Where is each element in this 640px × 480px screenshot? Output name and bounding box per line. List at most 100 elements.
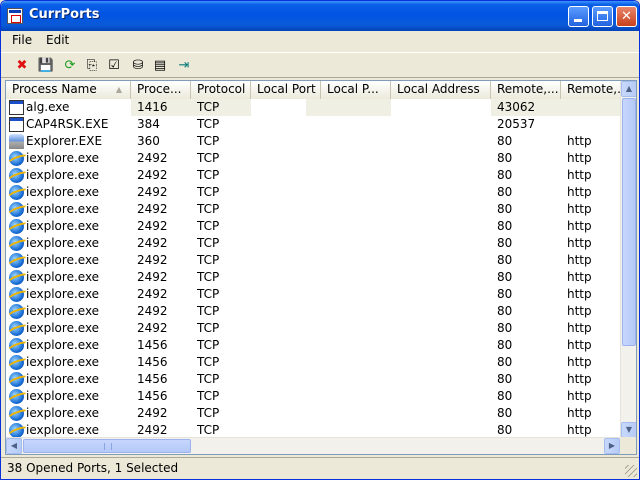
cell-pid: 2492 [137,270,168,284]
cell-pid: 2492 [137,151,168,165]
column-header-pid[interactable]: Proce... [131,81,191,99]
cell-process: alg.exe [26,100,70,114]
table-row[interactable]: iexplore.exe 2492 TCP 80 http [6,150,622,167]
cell-process: iexplore.exe [26,270,100,284]
cell-remote-port-name: http [567,202,592,216]
column-header-label: Process Name [12,82,97,96]
table-row[interactable]: iexplore.exe 2492 TCP 80 http [6,405,622,422]
table-row[interactable]: iexplore.exe 2492 TCP 80 http [6,218,622,235]
column-header-remote-port-name[interactable]: Remote,... [561,81,622,99]
cell-remote-port-name: http [567,185,592,199]
maximize-button[interactable] [592,6,613,27]
table-row[interactable]: CAP4RSK.EXE 384 TCP 20537 [6,116,622,133]
floppy-disk-icon: 💾 [37,58,55,73]
ports-list-view[interactable]: Process Name ▲ Proce... Protocol Local Port L… [5,80,637,455]
column-header-label: Protocol [197,82,246,96]
menu-edit[interactable]: Edit [46,33,69,47]
toolbar: ✖ 💾 ⟳ ⎘ ☑ ⛁ ▤ ⇥ [1,52,639,78]
cell-pid: 1416 [137,100,168,114]
cell-remote-port: 80 [497,304,513,318]
horizontal-scroll-thumb[interactable] [23,439,191,453]
vertical-scrollbar[interactable]: ▲ ▼ [620,81,636,438]
cell-pid: 2492 [137,287,168,301]
table-row[interactable]: iexplore.exe 1456 TCP 80 http [6,354,622,371]
cell-protocol: TCP [197,185,220,199]
table-row[interactable]: iexplore.exe 2492 TCP 80 http [6,167,622,184]
menu-file[interactable]: File [12,33,32,47]
properties-button[interactable]: ☑ [105,57,123,75]
table-row[interactable]: iexplore.exe 2492 TCP 80 http [6,252,622,269]
internet-explorer-icon [9,389,24,404]
vertical-scroll-thumb[interactable] [622,98,636,346]
scroll-up-button[interactable]: ▲ [621,81,636,97]
table-row[interactable]: iexplore.exe 2492 TCP 80 http [6,201,622,218]
copy-button[interactable]: ⎘ [83,57,101,75]
internet-explorer-icon [9,304,24,319]
column-header-process[interactable]: Process Name ▲ [6,81,131,99]
scroll-up-arrow-icon: ▲ [625,84,633,93]
cell-remote-port: 80 [497,151,513,165]
minimize-button[interactable] [568,6,589,27]
scroll-down-button[interactable]: ▼ [621,422,636,438]
scroll-down-arrow-icon: ▼ [625,425,633,434]
cell-process: iexplore.exe [26,321,100,335]
internet-explorer-icon [9,253,24,268]
application-window-icon [9,100,24,115]
refresh-icon: ⟳ [64,58,76,73]
refresh-button[interactable]: ⟳ [61,57,79,75]
maximize-icon [597,11,608,21]
scrollbar-corner [620,437,636,454]
cell-remote-port: 80 [497,287,513,301]
cell-process: iexplore.exe [26,185,100,199]
table-row[interactable]: iexplore.exe 1456 TCP 80 http [6,337,622,354]
cell-process: CAP4RSK.EXE [26,117,109,131]
table-row[interactable]: iexplore.exe 2492 TCP 80 http [6,235,622,252]
cell-protocol: TCP [197,151,220,165]
properties-icon: ☑ [108,58,120,73]
table-row[interactable]: iexplore.exe 1456 TCP 80 http [6,371,622,388]
table-row[interactable]: iexplore.exe 2492 TCP 80 http [6,286,622,303]
cell-protocol: TCP [197,372,220,386]
cell-protocol: TCP [197,236,220,250]
scroll-right-button[interactable]: ▶ [604,438,620,454]
currports-app-icon[interactable] [7,8,23,24]
table-row[interactable]: iexplore.exe 1456 TCP 80 http [6,388,622,405]
column-header-protocol[interactable]: Protocol [191,81,251,99]
table-row[interactable]: iexplore.exe 2492 TCP 80 http [6,320,622,337]
column-header-local-port-name[interactable]: Local P... [321,81,391,99]
table-row[interactable]: iexplore.exe 2492 TCP 80 http [6,269,622,286]
column-header-local-address[interactable]: Local Address [391,81,491,99]
cell-pid: 1456 [137,389,168,403]
internet-explorer-icon [9,236,24,251]
table-row[interactable]: iexplore.exe 2492 TCP 80 http [6,303,622,320]
cell-protocol: TCP [197,168,220,182]
cell-remote-port-name: http [567,338,592,352]
html-report-button[interactable]: ▤ [151,57,169,75]
ports-list-rows: alg.exe 1416 TCP 43062 CAP4RSK.EXE 384 TCP 2053… [6,99,622,439]
cell-pid: 2492 [137,168,168,182]
minimize-icon [574,19,582,22]
resize-grip-icon[interactable] [625,465,637,477]
save-button[interactable]: 💾 [37,57,55,75]
exit-button[interactable]: ⇥ [175,57,193,75]
selection-highlight [306,99,391,116]
table-row[interactable]: iexplore.exe 2492 TCP 80 http [6,184,622,201]
cell-protocol: TCP [197,389,220,403]
column-header-local-port[interactable]: Local Port [251,81,321,99]
close-icon: ✕ [621,9,632,24]
title-bar[interactable]: CurrPorts ✕ [1,1,639,31]
cell-protocol: TCP [197,202,220,216]
close-connections-button[interactable]: ✖ [13,57,31,75]
cell-process: iexplore.exe [26,219,100,233]
cell-remote-port: 43062 [497,100,536,114]
table-row[interactable]: Explorer.EXE 360 TCP 80 http [6,133,622,150]
scroll-right-arrow-icon: ▶ [608,441,616,450]
column-header-remote-port[interactable]: Remote,... [491,81,561,99]
find-button[interactable]: ⛁ [129,57,147,75]
close-button[interactable]: ✕ [616,6,637,27]
scroll-left-button[interactable]: ◀ [6,438,22,454]
horizontal-scrollbar[interactable]: ◀ ▶ [6,437,636,454]
cell-remote-port-name: http [567,168,592,182]
scroll-grip-icon [104,443,112,450]
table-row[interactable]: alg.exe 1416 TCP 43062 [6,99,622,116]
